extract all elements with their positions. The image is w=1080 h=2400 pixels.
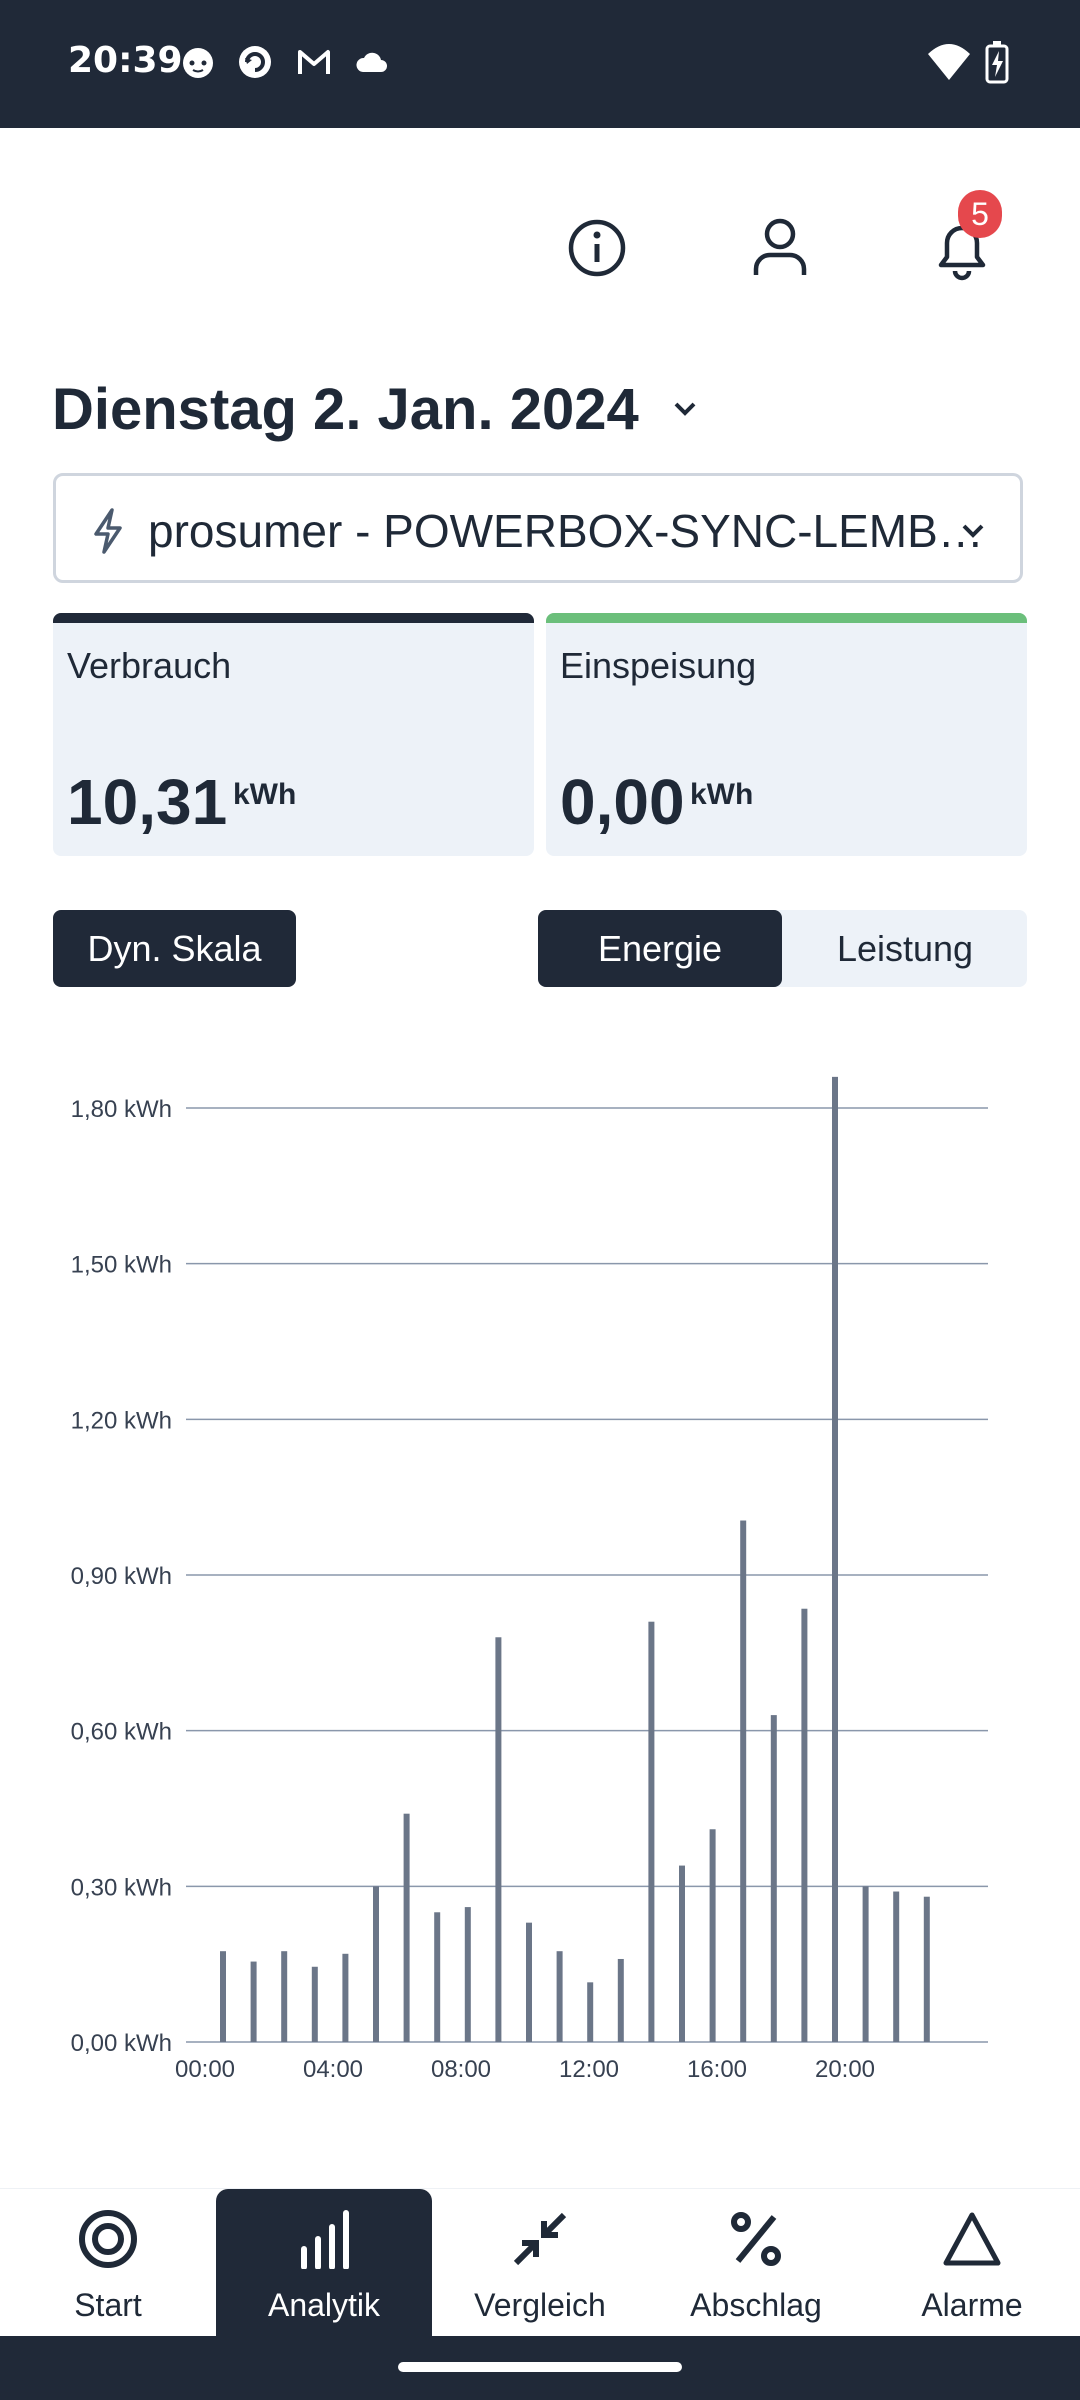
notification-badge: 5 (958, 190, 1002, 238)
refresh-notification-icon (239, 46, 271, 78)
feed-in-label: Einspeisung (560, 645, 757, 686)
user-icon[interactable] (745, 213, 815, 283)
chart-bar[interactable] (434, 1912, 441, 2042)
feed-in-card: Einspeisung 0,00 kWh (546, 613, 1027, 856)
feed-in-color-bar (546, 613, 1027, 623)
home-indicator[interactable] (398, 2362, 682, 2372)
y-tick-label: 0,30 kWh (71, 1874, 172, 1901)
cat-notification-icon (183, 48, 213, 78)
chevron-down-icon[interactable] (668, 392, 702, 426)
consumption-color-bar (53, 613, 534, 623)
nav-vergleich[interactable]: Vergleich (432, 2189, 648, 2337)
nav-start-label: Start (74, 2287, 142, 2323)
chart-bar[interactable] (250, 1961, 257, 2042)
meter-select-value: prosumer - POWERBOX-SYNC-LEMB… (148, 505, 984, 557)
nav-analytik-label: Analytik (267, 2287, 381, 2323)
x-tick-label: 16:00 (687, 2056, 747, 2083)
chart-bar[interactable] (526, 1922, 532, 2042)
chart-bar[interactable] (801, 1608, 808, 2042)
wifi-icon (928, 44, 970, 80)
cloud-notification-icon (356, 52, 387, 72)
y-tick-label: 0,90 kWh (71, 1563, 172, 1590)
nav-vergleich-label: Vergleich (474, 2287, 606, 2323)
chart-x-axis: 00:00 04:00 08:00 12:00 16:00 20:00 (175, 2056, 875, 2083)
compare-arrows-icon (513, 2212, 567, 2266)
bar-chart-icon (301, 2210, 349, 2269)
y-tick-label: 1,80 kWh (71, 1096, 172, 1123)
chart-bar[interactable] (648, 1621, 655, 2042)
y-tick-label: 0,60 kWh (71, 1719, 172, 1746)
chart-bars (220, 1076, 930, 2042)
chart-bar[interactable] (862, 1886, 869, 2042)
chart-bar[interactable] (923, 1896, 930, 2042)
triangle-icon (943, 2212, 1001, 2266)
chart-bar[interactable] (617, 1958, 624, 2042)
x-tick-label: 12:00 (559, 2056, 619, 2083)
y-tick-label: 1,50 kWh (71, 1252, 172, 1279)
meter-select[interactable]: prosumer - POWERBOX-SYNC-LEMB… (53, 473, 1023, 583)
chart-bar[interactable] (679, 1865, 685, 2042)
y-tick-label: 1,20 kWh (71, 1407, 172, 1434)
chart-bar[interactable] (281, 1951, 288, 2042)
mail-notification-icon (298, 50, 330, 74)
status-bar: 20:39 (0, 0, 1080, 128)
nav-analytik[interactable]: Analytik (216, 2189, 432, 2337)
nav-alarme[interactable]: Alarme (864, 2189, 1080, 2337)
x-tick-label: 08:00 (431, 2056, 491, 2083)
info-icon[interactable] (562, 213, 632, 283)
nav-start[interactable]: Start (0, 2189, 216, 2337)
chart-bar[interactable] (495, 1637, 502, 2042)
feed-in-value: 0,00 (560, 766, 685, 838)
target-icon (79, 2210, 137, 2268)
battery-charging-icon (985, 41, 1009, 84)
consumption-unit: kWh (233, 778, 297, 811)
tab-energie[interactable]: Energie (538, 910, 782, 987)
chart-bar[interactable] (587, 1982, 594, 2042)
x-tick-label: 04:00 (303, 2056, 363, 2083)
chart-bar[interactable] (342, 1953, 349, 2042)
chart-bar[interactable] (740, 1520, 747, 2042)
chevron-down-icon (962, 524, 984, 538)
x-tick-label: 00:00 (175, 2056, 235, 2083)
consumption-card: Verbrauch 10,31 kWh (53, 613, 534, 856)
chart-bar[interactable] (709, 1829, 716, 2042)
chart-bar[interactable] (403, 1813, 410, 2042)
chart-bar[interactable] (311, 1966, 318, 2042)
consumption-value: 10,31 (67, 766, 228, 838)
percent-icon (731, 2212, 781, 2266)
chart-y-axis: 0,00 kWh 0,30 kWh 0,60 kWh 0,90 kWh 1,20 kWh… (71, 1096, 172, 2057)
nav-alarme-label: Alarme (921, 2287, 1023, 2323)
consumption-label: Verbrauch (67, 645, 232, 686)
energy-power-toggle: Energie Leistung (538, 910, 1027, 987)
energy-bar-chart: 0,00 kWh 0,30 kWh 0,60 kWh 0,90 kWh 1,20 kWh… (71, 1076, 988, 2083)
bottom-navigation: Start Analytik Vergleich Abschlag Alarme (0, 2188, 1080, 2337)
gesture-bar (0, 2336, 1080, 2400)
chart-bar[interactable] (220, 1951, 226, 2042)
y-tick-label: 0,00 kWh (71, 2030, 172, 2057)
x-tick-label: 20:00 (815, 2056, 875, 2083)
nav-abschlag[interactable]: Abschlag (648, 2189, 864, 2337)
chart-bar[interactable] (832, 1076, 838, 2042)
chart-bar[interactable] (556, 1951, 563, 2042)
chart-bar[interactable] (893, 1891, 900, 2042)
status-time: 20:39 (68, 40, 183, 81)
lightning-bolt-icon (94, 508, 122, 554)
tab-leistung[interactable]: Leistung (783, 910, 1027, 987)
chart-bar[interactable] (464, 1907, 471, 2042)
dynamic-scale-button[interactable]: Dyn. Skala (53, 910, 296, 987)
date-title[interactable]: Dienstag 2. Jan. 2024 (52, 376, 639, 443)
chart-bar[interactable] (373, 1886, 379, 2042)
nav-abschlag-label: Abschlag (690, 2287, 822, 2323)
chart-bar[interactable] (770, 1715, 777, 2042)
feed-in-unit: kWh (690, 778, 754, 811)
